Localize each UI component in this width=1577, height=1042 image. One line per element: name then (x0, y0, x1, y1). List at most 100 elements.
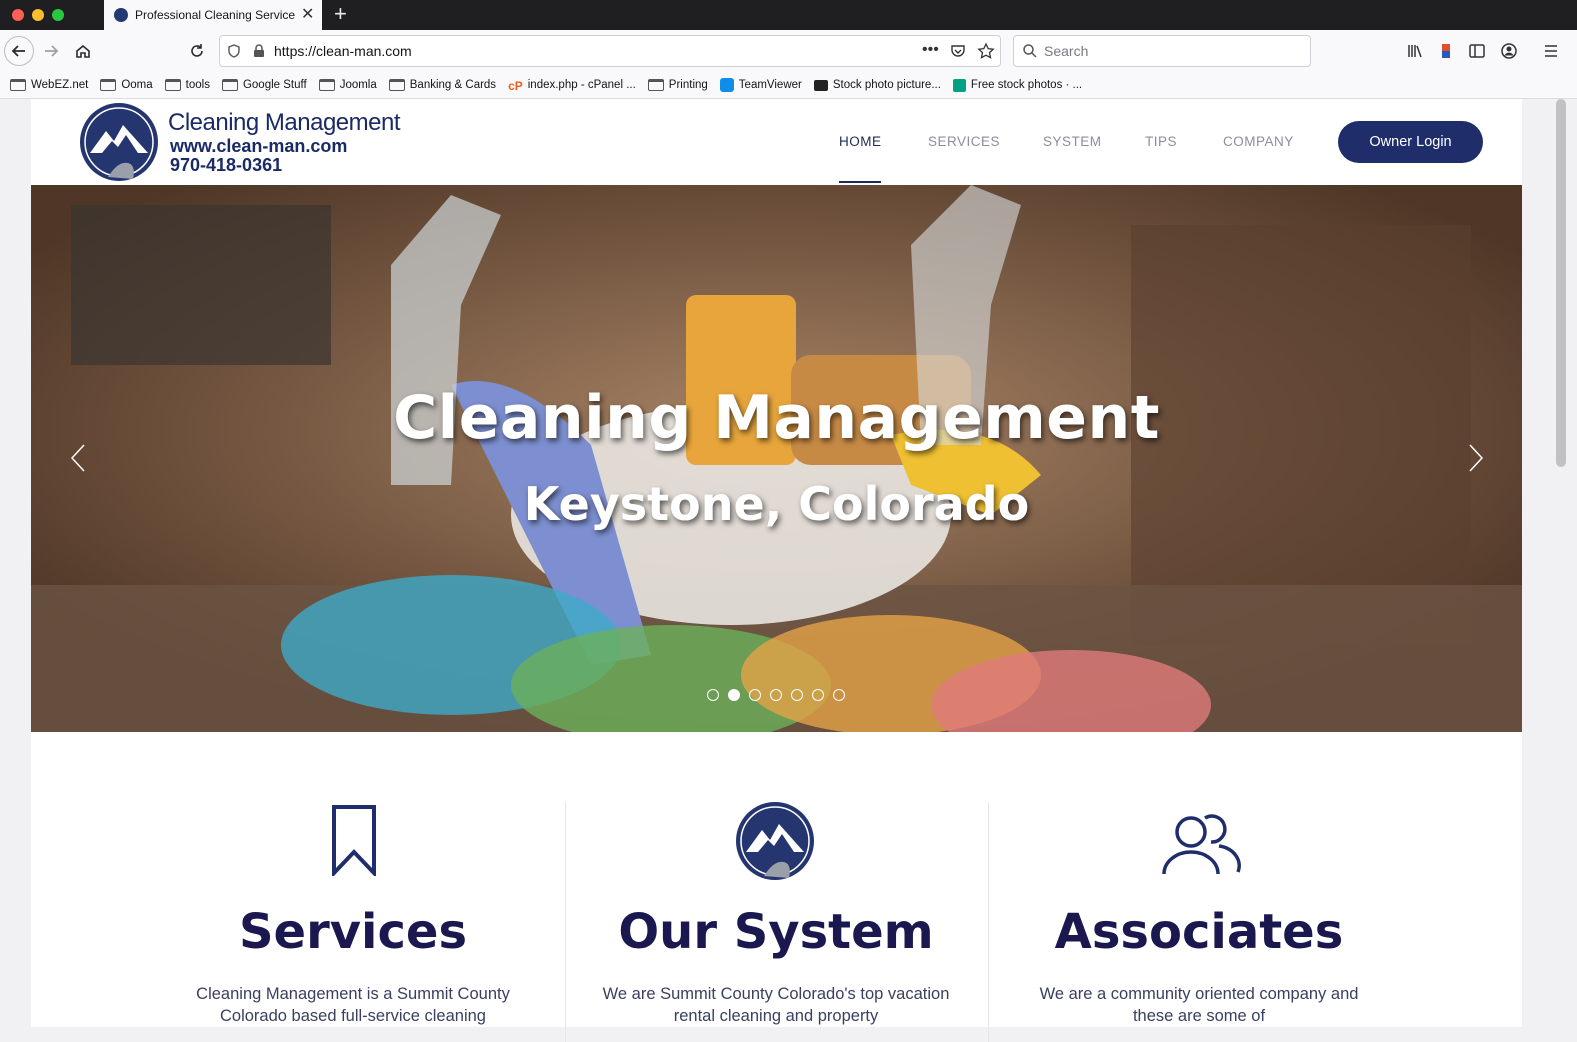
stock-icon (952, 78, 966, 92)
search-placeholder: Search (1044, 43, 1089, 59)
folder-icon (221, 79, 238, 91)
forward-arrow-icon (45, 45, 59, 57)
users-icon (1162, 814, 1241, 875)
bookmark-item[interactable]: TeamViewer (719, 78, 802, 92)
bookmark-item[interactable]: Joomla (318, 79, 377, 91)
url-text[interactable]: https://clean-man.com (274, 43, 412, 59)
bookmark-item[interactable]: Printing (647, 79, 708, 91)
close-window-button[interactable] (12, 9, 24, 21)
hero-slider: Cleaning Management Keystone, Colorado (31, 185, 1522, 732)
site-header: Cleaning Management www.clean-man.com 97… (31, 99, 1522, 185)
slider-next-button[interactable] (1467, 440, 1485, 480)
bookmark-item[interactable]: Google Stuff (221, 79, 307, 91)
bookmark-item[interactable]: tools (164, 79, 210, 91)
logo-title[interactable]: Cleaning Management (168, 109, 401, 137)
features-section: Services Our System Associates Cleaning … (31, 732, 1522, 1042)
web-page: Cleaning Management www.clean-man.com 97… (31, 99, 1522, 1042)
site-favicon-icon (114, 8, 128, 22)
reload-button[interactable] (182, 36, 212, 66)
nav-services[interactable]: SERVICES (928, 134, 1000, 149)
sidebar-icon (1469, 44, 1485, 58)
home-icon (76, 44, 90, 58)
lock-icon[interactable] (252, 44, 266, 58)
logo-phone: 970-418-0361 (170, 155, 283, 175)
bookmarks-toolbar: WebEZ.net Ooma tools Google Stuff Joomla… (0, 72, 1577, 99)
account-button[interactable] (1494, 36, 1524, 66)
bookmark-item[interactable]: Banking & Cards (388, 79, 496, 91)
reload-icon (191, 44, 203, 57)
folder-icon (388, 79, 405, 91)
new-tab-button[interactable]: + (334, 2, 347, 26)
bookmark-item[interactable]: WebEZ.net (10, 79, 88, 91)
folder-icon (647, 79, 664, 91)
slider-dot[interactable] (707, 689, 719, 701)
owner-login-button[interactable]: Owner Login (1338, 121, 1483, 163)
sidebar-toggle-button[interactable] (1462, 36, 1492, 66)
folder-icon (100, 79, 117, 91)
slider-dot[interactable] (770, 689, 782, 701)
logo-url: www.clean-man.com (170, 136, 348, 156)
nav-company[interactable]: COMPANY (1223, 134, 1294, 149)
hero-subtitle: Keystone, Colorado (523, 477, 1030, 531)
folder-icon (164, 79, 181, 91)
browser-tab[interactable]: Professional Cleaning Service - ✕ (104, 0, 322, 30)
tab-title: Professional Cleaning Service - (135, 8, 295, 22)
library-icon (1408, 45, 1422, 58)
slider-dot-active[interactable] (728, 689, 740, 701)
tab-close-icon[interactable]: ✕ (301, 7, 314, 23)
bookmark-star-icon[interactable] (977, 42, 995, 60)
cpanel-icon: cP (508, 79, 523, 93)
feature-text-system: We are Summit County Colorado's top vaca… (602, 985, 950, 1025)
forward-button[interactable] (36, 36, 66, 66)
feature-text-services: Cleaning Management is a Summit County C… (196, 985, 510, 1025)
slider-dot[interactable] (791, 689, 803, 701)
search-bar[interactable]: Search (1013, 35, 1311, 67)
folder-icon (10, 79, 26, 91)
bookmark-item[interactable]: Ooma (100, 79, 153, 91)
address-bar[interactable]: https://clean-man.com ••• (219, 35, 1001, 67)
slider-dots (707, 689, 854, 701)
bookmark-item[interactable]: Free stock photos · ... (952, 78, 1082, 92)
hamburger-icon (1545, 45, 1557, 57)
back-button[interactable] (4, 36, 34, 66)
bookmark-icon (332, 805, 376, 876)
browser-tab-bar: Professional Cleaning Service - ✕ + (0, 0, 1577, 30)
folder-icon (318, 79, 335, 91)
search-icon (1023, 44, 1037, 58)
home-button[interactable] (68, 36, 98, 66)
account-icon (1501, 43, 1517, 59)
mountain-logo-icon[interactable] (78, 101, 160, 183)
shield-icon[interactable] (226, 43, 242, 59)
feature-title-system[interactable]: Our System (566, 904, 986, 960)
feature-title-services[interactable]: Services (143, 904, 563, 960)
minimize-window-button[interactable] (32, 9, 44, 21)
mountain-logo-icon (736, 802, 814, 880)
slider-dot[interactable] (833, 689, 845, 701)
hero-image (31, 185, 1522, 732)
zoom-window-button[interactable] (52, 9, 64, 21)
chevron-right-icon (1469, 444, 1484, 472)
camera-icon (813, 79, 828, 91)
chevron-left-icon (70, 444, 85, 472)
page-actions-icon[interactable]: ••• (922, 41, 939, 59)
slider-dot[interactable] (812, 689, 824, 701)
feature-text-associates: We are a community oriented company and … (1039, 985, 1359, 1025)
teamviewer-icon (719, 78, 734, 92)
hero-title: Cleaning Management (393, 383, 1160, 453)
extension-button[interactable] (1431, 36, 1461, 66)
extension-icon (1442, 44, 1450, 58)
menu-button[interactable] (1536, 36, 1566, 66)
bookmark-item[interactable]: Stock photo picture... (813, 79, 941, 91)
pocket-icon[interactable] (950, 43, 966, 59)
slider-dot[interactable] (749, 689, 761, 701)
library-button[interactable] (1400, 36, 1430, 66)
nav-system[interactable]: SYSTEM (1043, 134, 1102, 149)
nav-active-underline (839, 181, 881, 183)
feature-title-associates[interactable]: Associates (989, 904, 1409, 960)
slider-prev-button[interactable] (69, 440, 87, 480)
back-arrow-icon (11, 45, 25, 57)
bookmark-item[interactable]: cP index.php - cPanel ... (508, 79, 636, 93)
nav-home[interactable]: HOME (839, 134, 882, 149)
page-scrollbar[interactable] (1556, 99, 1566, 467)
nav-tips[interactable]: TIPS (1145, 134, 1177, 149)
